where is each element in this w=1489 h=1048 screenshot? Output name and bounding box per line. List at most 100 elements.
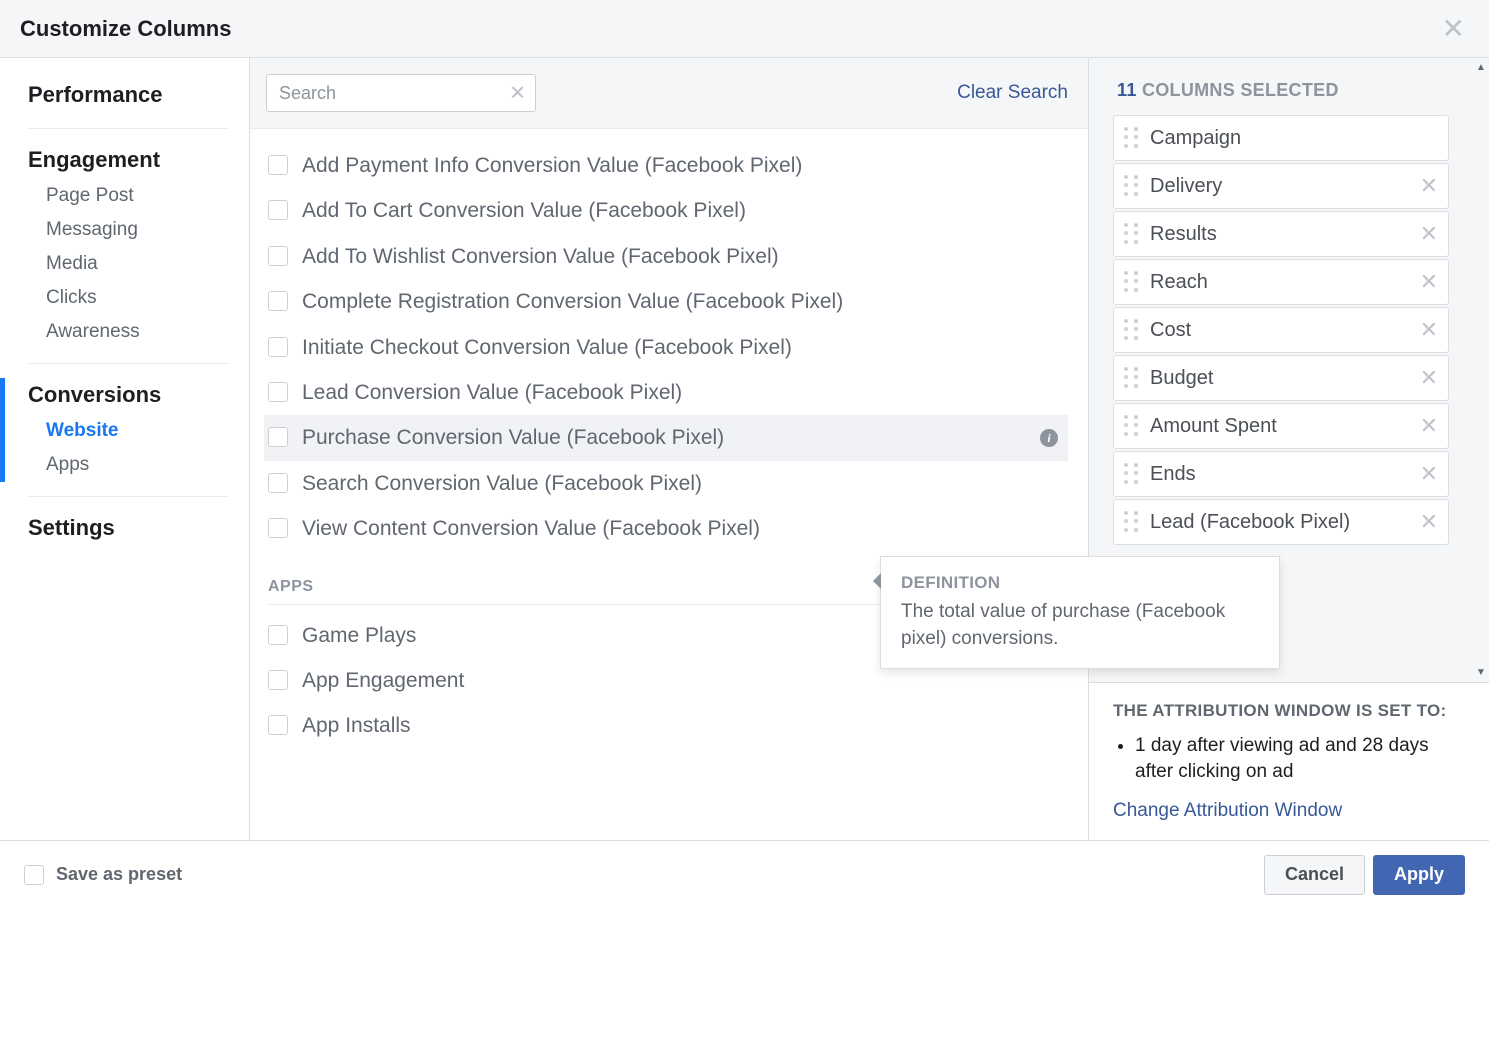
accent-bar: [0, 378, 5, 482]
selected-columns-header: 11 COLUMNS SELECTED: [1089, 58, 1473, 115]
clear-input-icon[interactable]: ✕: [509, 81, 526, 106]
remove-column-icon[interactable]: ✕: [1420, 271, 1438, 293]
drag-handle-icon[interactable]: [1124, 127, 1140, 149]
change-attribution-link[interactable]: Change Attribution Window: [1113, 800, 1465, 822]
option-label: Add To Cart Conversion Value (Facebook P…: [302, 196, 746, 225]
definition-tooltip: DEFINITION The total value of purchase (…: [880, 556, 1280, 669]
scrollbar[interactable]: ▲ ▼: [1473, 58, 1489, 682]
option-checkbox[interactable]: [268, 291, 288, 311]
drag-handle-icon[interactable]: [1124, 223, 1140, 245]
option-row[interactable]: Search Conversion Value (Facebook Pixel): [264, 461, 1068, 506]
remove-column-icon[interactable]: ✕: [1420, 175, 1438, 197]
drag-handle-icon[interactable]: [1124, 367, 1140, 389]
sidebar-item-awareness[interactable]: Awareness: [28, 315, 229, 349]
option-checkbox[interactable]: [268, 715, 288, 735]
cancel-label: Cancel: [1285, 864, 1344, 885]
drag-handle-icon[interactable]: [1124, 319, 1140, 341]
clear-search-link[interactable]: Clear Search: [957, 82, 1068, 104]
selected-column-label: Results: [1150, 223, 1420, 246]
drag-handle-icon[interactable]: [1124, 175, 1140, 197]
apply-button[interactable]: Apply: [1373, 855, 1465, 895]
sidebar-item-website[interactable]: Website: [28, 414, 229, 448]
option-checkbox[interactable]: [268, 337, 288, 357]
search-input[interactable]: [266, 74, 536, 112]
option-label: Complete Registration Conversion Value (…: [302, 287, 843, 316]
cancel-button[interactable]: Cancel: [1264, 855, 1365, 895]
selected-column-item[interactable]: Ends✕: [1113, 451, 1449, 497]
option-row[interactable]: Purchase Conversion Value (Facebook Pixe…: [264, 415, 1068, 460]
option-row[interactable]: Add To Wishlist Conversion Value (Facebo…: [264, 234, 1068, 279]
info-icon[interactable]: i: [1040, 429, 1058, 447]
category-engagement: Engagement Page Post Messaging Media Cli…: [28, 143, 229, 364]
drag-handle-icon[interactable]: [1124, 463, 1140, 485]
option-checkbox[interactable]: [268, 518, 288, 538]
option-row[interactable]: View Content Conversion Value (Facebook …: [264, 506, 1068, 551]
sidebar-item-messaging[interactable]: Messaging: [28, 213, 229, 247]
remove-column-icon[interactable]: ✕: [1420, 223, 1438, 245]
option-row[interactable]: Complete Registration Conversion Value (…: [264, 279, 1068, 324]
drag-handle-icon[interactable]: [1124, 271, 1140, 293]
engagement-label[interactable]: Engagement: [28, 143, 229, 179]
remove-column-icon[interactable]: ✕: [1420, 367, 1438, 389]
selected-column-item[interactable]: Campaign: [1113, 115, 1449, 161]
option-checkbox[interactable]: [268, 670, 288, 690]
category-settings[interactable]: Settings: [28, 511, 229, 561]
option-label: App Installs: [302, 711, 411, 740]
option-row[interactable]: Initiate Checkout Conversion Value (Face…: [264, 325, 1068, 370]
remove-column-icon[interactable]: ✕: [1420, 511, 1438, 533]
modal-title: Customize Columns: [20, 16, 231, 42]
remove-column-icon[interactable]: ✕: [1420, 463, 1438, 485]
option-checkbox[interactable]: [268, 382, 288, 402]
performance-label: Performance: [28, 78, 229, 114]
option-row[interactable]: Add Payment Info Conversion Value (Faceb…: [264, 143, 1068, 188]
sidebar-item-clicks[interactable]: Clicks: [28, 281, 229, 315]
conversions-label[interactable]: Conversions: [28, 378, 229, 414]
option-label: Game Plays: [302, 621, 416, 650]
selected-count-suffix: COLUMNS SELECTED: [1137, 80, 1339, 100]
drag-handle-icon[interactable]: [1124, 415, 1140, 437]
option-checkbox[interactable]: [268, 427, 288, 447]
sidebar-item-page-post[interactable]: Page Post: [28, 179, 229, 213]
middle-panel: ✕ Clear Search Add Payment Info Conversi…: [250, 58, 1089, 840]
option-row[interactable]: Add To Cart Conversion Value (Facebook P…: [264, 188, 1068, 233]
option-checkbox[interactable]: [268, 155, 288, 175]
apply-label: Apply: [1394, 864, 1444, 885]
attribution-section: THE ATTRIBUTION WINDOW IS SET TO: 1 day …: [1089, 682, 1489, 840]
scroll-up-icon[interactable]: ▲: [1476, 62, 1486, 73]
selected-column-label: Cost: [1150, 319, 1420, 342]
scroll-down-icon[interactable]: ▼: [1476, 667, 1486, 678]
selected-column-item[interactable]: Cost✕: [1113, 307, 1449, 353]
category-performance[interactable]: Performance: [28, 78, 229, 129]
selected-column-item[interactable]: Amount Spent✕: [1113, 403, 1449, 449]
selected-column-item[interactable]: Budget✕: [1113, 355, 1449, 401]
remove-column-icon[interactable]: ✕: [1420, 319, 1438, 341]
selected-column-item[interactable]: Reach✕: [1113, 259, 1449, 305]
selected-column-label: Delivery: [1150, 175, 1420, 198]
drag-handle-icon[interactable]: [1124, 511, 1140, 533]
option-row[interactable]: Lead Conversion Value (Facebook Pixel): [264, 370, 1068, 415]
close-icon[interactable]: ✕: [1442, 15, 1465, 43]
attribution-bullet: 1 day after viewing ad and 28 days after…: [1135, 733, 1465, 786]
selected-column-label: Amount Spent: [1150, 415, 1420, 438]
option-label: Lead Conversion Value (Facebook Pixel): [302, 378, 682, 407]
option-checkbox[interactable]: [268, 625, 288, 645]
option-checkbox[interactable]: [268, 200, 288, 220]
selected-column-item[interactable]: Lead (Facebook Pixel)✕: [1113, 499, 1449, 545]
option-checkbox[interactable]: [268, 246, 288, 266]
sidebar-item-media[interactable]: Media: [28, 247, 229, 281]
tooltip-title: DEFINITION: [901, 573, 1259, 593]
save-preset-checkbox[interactable]: [24, 865, 44, 885]
sidebar-item-apps[interactable]: Apps: [28, 448, 229, 482]
selected-count: 11: [1117, 80, 1137, 100]
remove-column-icon[interactable]: ✕: [1420, 415, 1438, 437]
selected-column-label: Lead (Facebook Pixel): [1150, 511, 1420, 534]
options-list: Add Payment Info Conversion Value (Faceb…: [250, 129, 1088, 840]
search-row: ✕ Clear Search: [250, 58, 1088, 129]
tooltip-arrow-icon: [873, 573, 881, 589]
option-row[interactable]: App Installs: [264, 703, 1068, 748]
search-box: ✕: [266, 74, 536, 112]
selected-column-item[interactable]: Delivery✕: [1113, 163, 1449, 209]
modal-footer: Save as preset Cancel Apply: [0, 840, 1489, 908]
selected-column-item[interactable]: Results✕: [1113, 211, 1449, 257]
option-checkbox[interactable]: [268, 473, 288, 493]
